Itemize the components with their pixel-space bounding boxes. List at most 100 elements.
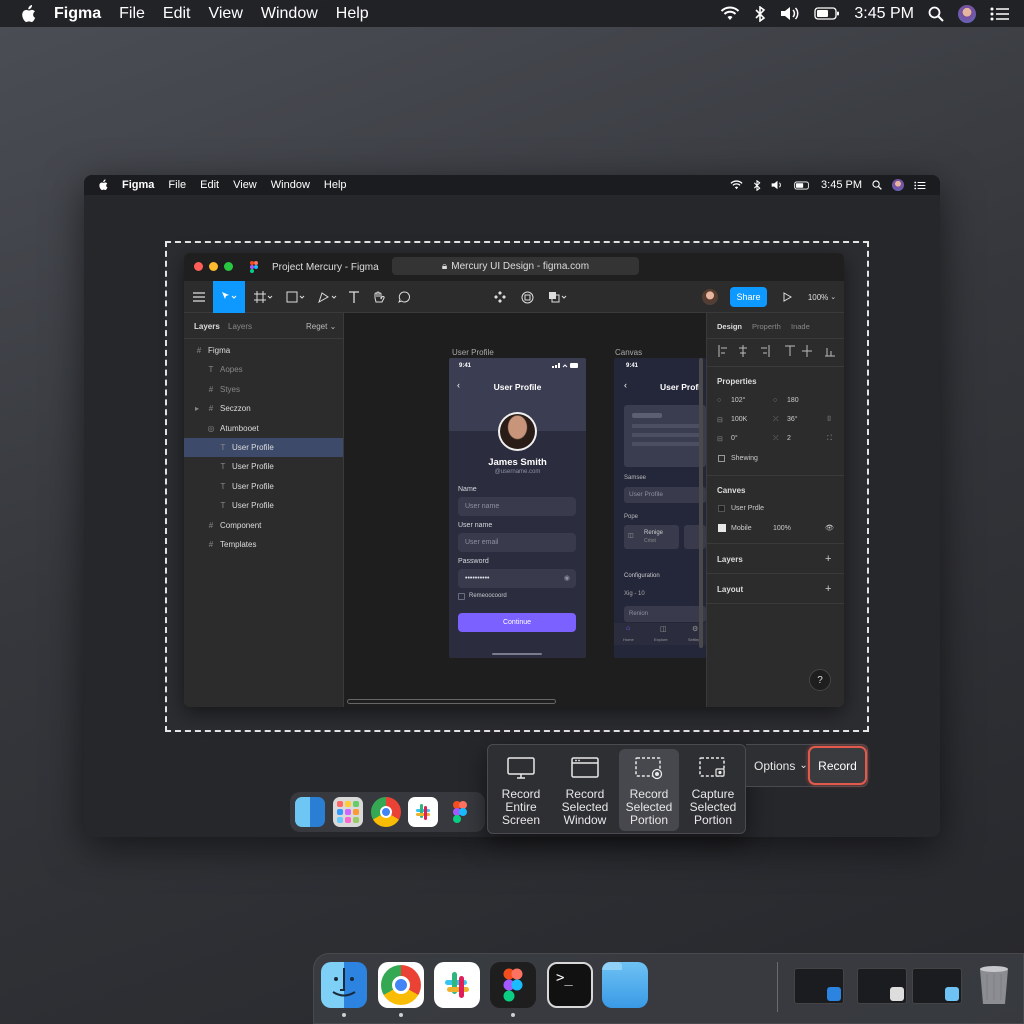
password-field[interactable]: •••••••••• ◉ <box>458 569 576 588</box>
expand-icon[interactable]: ⛶ <box>827 435 832 443</box>
tab-design[interactable]: Design <box>717 322 742 331</box>
menu-help[interactable]: Help <box>336 5 369 23</box>
close-window-button[interactable] <box>194 262 203 271</box>
user-avatar[interactable] <box>958 4 976 23</box>
dock-minimized-window-2[interactable] <box>857 968 907 1004</box>
help-button[interactable]: ? <box>809 669 831 691</box>
zoom-window-button[interactable] <box>224 262 233 271</box>
prop-1a[interactable]: 102° <box>731 397 745 404</box>
url-bar[interactable]: 🔒︎ Mercury UI Design - figma.com <box>392 257 639 275</box>
back-chevron-icon-2[interactable]: ‹ <box>624 380 627 390</box>
inner-menu-file[interactable]: File <box>168 179 186 191</box>
tab-home-icon[interactable]: ⌂ <box>626 625 630 632</box>
record-entire-screen-button[interactable]: Record Entire Screen <box>491 749 551 831</box>
phone2-field[interactable]: User Profile <box>624 487 706 503</box>
mini-slack-icon[interactable] <box>408 797 438 827</box>
mini-figma-icon[interactable] <box>445 797 475 827</box>
layer-row[interactable]: # Component <box>184 516 343 535</box>
record-selected-portion-button[interactable]: Record Selected Portion <box>619 749 679 831</box>
lock-ratio-icon[interactable]: ⌷ <box>827 416 831 424</box>
frame-label-canvas[interactable]: Canvas <box>615 348 642 357</box>
capture-selected-portion-button[interactable]: Capture Selected Portion <box>683 749 743 831</box>
share-button[interactable]: Share <box>730 287 767 307</box>
prop-3a[interactable]: 0° <box>731 435 738 442</box>
menu-app-name[interactable]: Figma <box>54 5 101 23</box>
inner-menu-view[interactable]: View <box>233 179 257 191</box>
bluetooth-icon[interactable] <box>754 5 766 22</box>
collaborator-avatar[interactable] <box>700 281 720 313</box>
add-layer-plus-icon[interactable]: + <box>825 553 831 565</box>
phone-frame-canvas[interactable]: 9:41 ‹ User Profi Samsee User Profile Po… <box>614 358 706 658</box>
frame-label-user-profile[interactable]: User Profile <box>452 348 494 357</box>
layer-row[interactable]: ▸ # Seczzon <box>184 399 343 418</box>
layer-row[interactable]: T User Profile <box>184 438 343 457</box>
phone2-button[interactable]: Renion <box>624 606 706 622</box>
inner-menu-edit[interactable]: Edit <box>200 179 219 191</box>
shape-tool-icon[interactable] <box>282 281 310 313</box>
username-field[interactable]: User email <box>458 533 576 552</box>
dock-slack-icon[interactable] <box>434 962 480 1008</box>
record-selected-window-button[interactable]: Record Selected Window <box>555 749 615 831</box>
mini-finder-icon[interactable] <box>295 797 325 827</box>
hand-tool-icon[interactable] <box>368 281 388 313</box>
menu-file[interactable]: File <box>119 5 145 23</box>
inner-menu-app[interactable]: Figma <box>122 179 154 191</box>
layer-row[interactable]: T Aopes <box>184 360 343 379</box>
dock-finder-icon[interactable] <box>321 962 367 1008</box>
prop-2b[interactable]: 36° <box>787 416 798 423</box>
menu-edit[interactable]: Edit <box>163 5 191 23</box>
battery-icon[interactable] <box>814 7 840 20</box>
layer-row[interactable]: T User Profile <box>184 457 343 476</box>
main-menu-icon[interactable] <box>188 281 210 313</box>
dock-terminal-icon[interactable]: >_ <box>547 962 593 1008</box>
dock-trash-icon[interactable] <box>977 962 1011 1006</box>
inner-menu-help[interactable]: Help <box>324 179 347 191</box>
horizontal-scrollbar[interactable] <box>347 699 556 704</box>
phone2-card[interactable]: ◫ Renige Crtiot <box>624 525 679 549</box>
name-field[interactable]: User name <box>458 497 576 516</box>
visibility-eye-icon[interactable]: 👁︎ <box>825 524 834 532</box>
apple-menu-icon[interactable] <box>20 4 36 23</box>
zoom-level[interactable]: 100% ⌄ <box>804 281 840 313</box>
showing-checkbox[interactable] <box>718 455 725 462</box>
phone-frame-user-profile[interactable]: 9:41 ‹ User Profile James Smith @usernam… <box>449 358 586 658</box>
layer-row[interactable]: T User Profile <box>184 496 343 515</box>
mask-tool-icon[interactable] <box>544 281 572 313</box>
prop-3b[interactable]: 2 <box>787 435 791 442</box>
menubar-clock[interactable]: 3:45 PM <box>854 5 914 23</box>
mobile-swatch[interactable] <box>718 524 726 532</box>
component-icon[interactable] <box>490 281 510 313</box>
comment-tool-icon[interactable] <box>394 281 414 313</box>
pen-tool-icon[interactable] <box>314 281 342 313</box>
mini-launchpad-icon[interactable] <box>333 797 363 827</box>
search-icon[interactable] <box>928 6 944 22</box>
continue-button[interactable]: Continue <box>458 613 576 632</box>
dock-figma-icon[interactable] <box>490 962 536 1008</box>
canvas-item-label[interactable]: User Prdle <box>731 505 764 512</box>
expand-caret-icon[interactable]: ▸ <box>190 404 204 413</box>
menu-view[interactable]: View <box>208 5 242 23</box>
dock-minimized-window-3[interactable] <box>912 968 962 1004</box>
layer-row[interactable]: T User Profile <box>184 477 343 496</box>
tab-inspect[interactable]: Inade <box>791 322 810 331</box>
wifi-icon[interactable] <box>720 6 740 21</box>
tab-explore-icon[interactable]: ◫ <box>660 625 667 633</box>
prop-1b[interactable]: 180 <box>787 397 799 404</box>
mini-chrome-icon[interactable] <box>371 797 401 827</box>
present-icon[interactable] <box>779 281 795 313</box>
record-button[interactable]: Record <box>808 746 867 785</box>
tab-prototype[interactable]: Properth <box>752 322 781 331</box>
mobile-value[interactable]: 100% <box>773 525 791 532</box>
frame-tool-icon[interactable] <box>250 281 278 313</box>
layer-row[interactable]: # Figma <box>184 341 343 360</box>
menu-window[interactable]: Window <box>261 5 318 23</box>
page-select[interactable]: Reget ⌄ <box>306 322 336 331</box>
control-center-icon[interactable] <box>990 7 1010 21</box>
vertical-scrollbar[interactable] <box>699 358 703 648</box>
dock-minimized-window-1[interactable] <box>794 968 844 1004</box>
inner-menu-window[interactable]: Window <box>271 179 310 191</box>
text-tool-icon[interactable] <box>344 281 364 313</box>
tab-settings-icon[interactable]: ⚙ <box>692 625 698 633</box>
inner-apple-icon[interactable] <box>98 179 108 191</box>
move-tool-icon[interactable] <box>213 281 245 313</box>
